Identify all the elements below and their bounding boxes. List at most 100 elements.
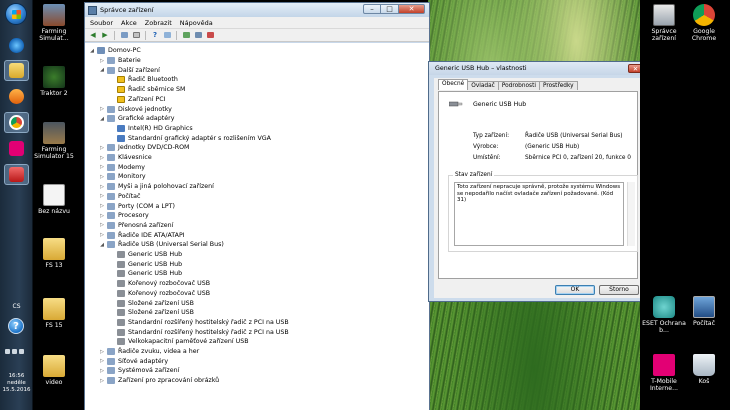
tree-expand-icon[interactable]: ▷	[99, 155, 105, 161]
tree-expand-icon[interactable]: ▷	[99, 145, 105, 151]
tree-collapse-icon[interactable]: ◢	[99, 67, 105, 73]
tree-expand-icon[interactable]: ▷	[99, 222, 105, 228]
tab-obecne[interactable]: Obecné	[438, 79, 469, 90]
minimize-button[interactable]: –	[363, 4, 381, 14]
tree-expand-icon[interactable]: ▷	[99, 378, 105, 384]
tree-device[interactable]: Standardní rozšířený hostitelský řadič z…	[109, 318, 289, 328]
menu-soubor[interactable]: Soubor	[90, 19, 113, 27]
tree-category[interactable]: ▷ Řadiče IDE ATA/ATAPI	[99, 230, 185, 240]
tray-volume-icon[interactable]	[19, 349, 24, 354]
tree-category[interactable]: ▷ Síťové adaptéry	[99, 356, 168, 366]
tree-device[interactable]: Řadič sběrnice SM	[109, 85, 185, 95]
tree-expand-icon[interactable]: ▷	[99, 349, 105, 355]
tree-category[interactable]: ◢ Další zařízení	[99, 65, 160, 75]
taskbar-media-player[interactable]	[4, 86, 29, 107]
device-status-text[interactable]: Toto zařízení nepracuje správně, protože…	[454, 182, 624, 246]
desktop-icon-farming-simulator[interactable]: Farming Simulat...	[32, 4, 76, 42]
device-tree[interactable]: ◢ Domov-PC ▷ Baterie ◢ Další zařízení Řadič Bl…	[85, 43, 429, 410]
language-indicator[interactable]: CS	[0, 303, 33, 310]
device-manager-titlebar[interactable]: Správce zařízení – □ ✕	[85, 3, 429, 17]
tree-collapse-icon[interactable]: ◢	[99, 116, 105, 122]
tree-expand-icon[interactable]: ▷	[99, 358, 105, 364]
desktop-icon-fs15[interactable]: FS 15	[32, 298, 76, 329]
tree-device[interactable]: Kořenový rozbočovač USB	[109, 289, 210, 299]
tree-expand-icon[interactable]: ▷	[99, 232, 105, 238]
desktop-icon-chrome[interactable]: Google Chrome	[682, 4, 726, 42]
disable-device-icon[interactable]	[205, 31, 215, 40]
tree-expand-icon[interactable]: ▷	[99, 213, 105, 219]
clock[interactable]: 16:56 neděle 15.5.2016	[0, 373, 33, 394]
taskbar-app-red[interactable]	[4, 164, 29, 185]
tree-category[interactable]: ▷ Jednotky DVD/CD-ROM	[99, 143, 190, 153]
tree-device[interactable]: Standardní grafický adaptér s rozlišením…	[109, 133, 271, 143]
dialog-titlebar[interactable]: Generic USB Hub – vlastnosti ✕	[429, 62, 647, 75]
tab-prostredky[interactable]: Prostředky	[538, 81, 578, 90]
tree-category[interactable]: ◢ Řadiče USB (Universal Serial Bus)	[99, 240, 224, 250]
tree-category[interactable]: ▷ Přenosná zařízení	[99, 221, 173, 231]
tree-category[interactable]: ◢ Grafické adaptéry	[99, 114, 174, 124]
cancel-button[interactable]: Storno	[599, 285, 639, 295]
taskbar-chrome[interactable]	[4, 112, 29, 133]
help-icon[interactable]: ?	[8, 318, 24, 334]
tree-category[interactable]: ▷ Porty (COM a LPT)	[99, 201, 175, 211]
desktop-icon-kos[interactable]: Koš	[682, 354, 726, 385]
status-scrollbar[interactable]	[627, 182, 635, 246]
desktop-icon-traktor[interactable]: Traktor 2	[32, 66, 76, 97]
forward-arrow-icon[interactable]: ▶	[100, 31, 110, 40]
tree-category[interactable]: ▷ Myši a jiná polohovací zařízení	[99, 182, 214, 192]
view-icon[interactable]	[162, 31, 172, 40]
back-arrow-icon[interactable]: ◀	[88, 31, 98, 40]
taskbar-file-explorer[interactable]	[4, 60, 29, 81]
tree-device[interactable]: Velkokapacitní paměťové zařízení USB	[109, 337, 249, 347]
tree-category[interactable]: ▷ Modemy	[99, 162, 145, 172]
tree-category[interactable]: ▷ Zařízení pro zpracování obrázků	[99, 376, 219, 386]
desktop-icon-eset[interactable]: ESET Ochrana b...	[642, 296, 686, 334]
desktop-icon-spravce[interactable]: Správce zařízení	[642, 4, 686, 42]
tray-network-icon[interactable]	[12, 349, 17, 354]
menu-zobrazit[interactable]: Zobrazit	[145, 19, 172, 27]
tree-root[interactable]: ◢ Domov-PC	[89, 46, 141, 56]
tree-device[interactable]: Generic USB Hub	[109, 259, 182, 269]
taskbar-tmobile[interactable]	[4, 138, 29, 159]
scan-hardware-icon[interactable]	[181, 31, 191, 40]
tree-device[interactable]: Generic USB Hub	[109, 250, 182, 260]
desktop-icon-tmobile[interactable]: T-Mobile Interne...	[642, 354, 686, 392]
tree-category[interactable]: ▷ Systémová zařízení	[99, 366, 179, 376]
tree-expand-icon[interactable]: ▷	[99, 203, 105, 209]
tree-category[interactable]: ▷ Monitory	[99, 172, 146, 182]
tree-device[interactable]: Zařízení PCI	[109, 95, 165, 105]
help-icon[interactable]: ?	[150, 31, 160, 40]
tree-collapse-icon[interactable]: ◢	[99, 242, 105, 248]
tree-category[interactable]: ▷ Počítač	[99, 192, 140, 202]
ok-button[interactable]: OK	[555, 285, 595, 295]
tab-ovladac[interactable]: Ovladač	[467, 81, 499, 90]
tray-flag-icon[interactable]	[5, 349, 10, 354]
tree-expand-icon[interactable]: ▷	[99, 164, 105, 170]
tree-expand-icon[interactable]: ▷	[99, 368, 105, 374]
tree-device[interactable]: Generic USB Hub	[109, 269, 182, 279]
tree-category[interactable]: ▷ Diskové jednotky	[99, 104, 172, 114]
close-button[interactable]: ✕	[399, 4, 425, 14]
desktop-icon-farming-simulator-15[interactable]: Farming Simulator 15	[32, 122, 76, 160]
menu-napoveda[interactable]: Nápověda	[180, 19, 213, 27]
tree-category[interactable]: ▷ Klávesnice	[99, 153, 152, 163]
tree-device[interactable]: Intel(R) HD Graphics	[109, 124, 193, 134]
desktop-icon-video[interactable]: video	[32, 355, 76, 386]
desktop-icon-bez-nazvu[interactable]: Bez názvu	[32, 184, 76, 215]
tree-expand-icon[interactable]: ▷	[99, 106, 105, 112]
taskbar-internet-explorer[interactable]	[4, 35, 29, 56]
properties-icon[interactable]	[131, 31, 141, 40]
show-hide-tree-icon[interactable]	[119, 31, 129, 40]
tree-expand-icon[interactable]: ▷	[99, 174, 105, 180]
tree-category[interactable]: ▷ Řadiče zvuku, videa a her	[99, 347, 199, 357]
desktop-icon-fs13[interactable]: FS 13	[32, 238, 76, 269]
tree-category[interactable]: ▷ Baterie	[99, 56, 141, 66]
tree-device[interactable]: Standardní rozšířený hostitelský řadič z…	[109, 327, 289, 337]
tree-device[interactable]: Složené zařízení USB	[109, 298, 194, 308]
maximize-button[interactable]: □	[381, 4, 399, 14]
tree-expand-icon[interactable]: ▷	[99, 58, 105, 64]
tree-collapse-icon[interactable]: ◢	[89, 48, 95, 54]
tree-device[interactable]: Kořenový rozbočovač USB	[109, 279, 210, 289]
start-button[interactable]	[5, 3, 27, 25]
tree-expand-icon[interactable]: ▷	[99, 193, 105, 199]
